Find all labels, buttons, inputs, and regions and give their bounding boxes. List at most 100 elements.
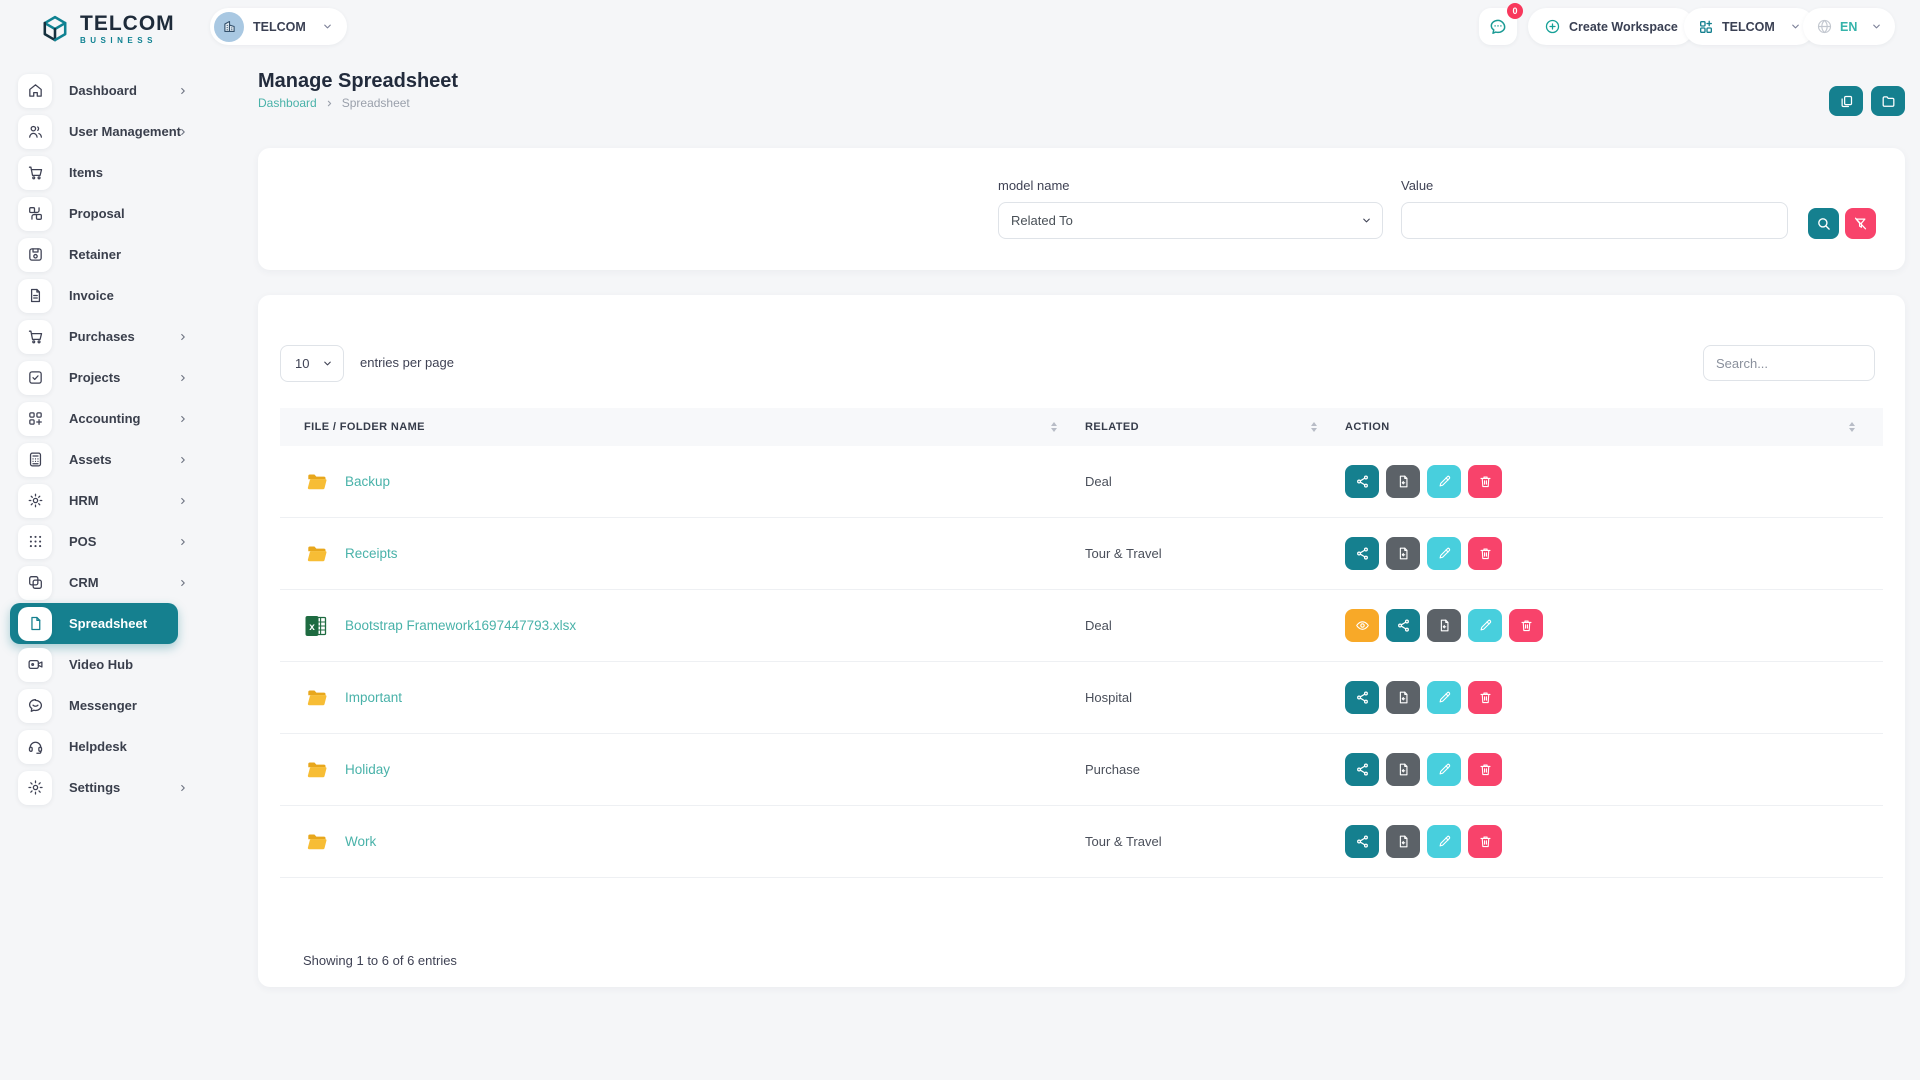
value-field[interactable] [1414, 203, 1775, 238]
move-button[interactable] [1386, 681, 1420, 714]
chevron-right-icon [178, 578, 188, 588]
sidebar-item-crm[interactable]: CRM [0, 562, 210, 603]
move-button[interactable] [1386, 753, 1420, 786]
sidebar-item-projects[interactable]: Projects [0, 357, 210, 398]
copy-icon [1839, 94, 1854, 109]
sidebar-item-user-management[interactable]: User Management [0, 111, 210, 152]
proposal-icon [18, 197, 52, 231]
move-button[interactable] [1386, 537, 1420, 570]
column-header-action[interactable]: ACTION [1345, 421, 1883, 433]
create-workspace-button[interactable]: Create Workspace [1528, 8, 1694, 45]
sidebar-item-hrm[interactable]: HRM [0, 480, 210, 521]
sidebar-item-label: HRM [69, 493, 99, 508]
model-name-label: model name [998, 178, 1383, 193]
edit-button[interactable] [1427, 825, 1461, 858]
entries-per-page-label: entries per page [360, 355, 454, 370]
folder-icon [304, 831, 330, 853]
edit-button[interactable] [1427, 537, 1461, 570]
workspace-menu-label: TELCOM [1722, 20, 1775, 34]
filter-card: model name Related To Value [258, 148, 1905, 270]
sidebar-item-accounting[interactable]: Accounting [0, 398, 210, 439]
brand-logo[interactable]: TELCOM BUSINESS [38, 12, 175, 46]
assets-icon [18, 443, 52, 477]
delete-button[interactable] [1468, 753, 1502, 786]
invoice-icon [18, 279, 52, 313]
sidebar-item-label: Helpdesk [69, 739, 127, 754]
delete-button[interactable] [1509, 609, 1543, 642]
chevron-down-icon [322, 358, 333, 369]
move-button[interactable] [1386, 465, 1420, 498]
sidebar-item-helpdesk[interactable]: Helpdesk [0, 726, 210, 767]
edit-button[interactable] [1427, 681, 1461, 714]
file-folder-link[interactable]: Holiday [345, 762, 390, 777]
sidebar-item-items[interactable]: Items [0, 152, 210, 193]
sidebar-item-invoice[interactable]: Invoice [0, 275, 210, 316]
sort-icon[interactable] [1849, 422, 1855, 432]
sidebar-item-settings[interactable]: Settings [0, 767, 210, 808]
share-button[interactable] [1345, 681, 1379, 714]
sidebar-item-spreadsheet[interactable]: Spreadsheet [10, 603, 178, 644]
table-row: Work Tour & Travel [280, 806, 1883, 878]
breadcrumb-current: Spreadsheet [342, 96, 410, 110]
sidebar-item-messenger[interactable]: Messenger [0, 685, 210, 726]
move-button[interactable] [1427, 609, 1461, 642]
sidebar-item-purchases[interactable]: Purchases [0, 316, 210, 357]
table-search-input[interactable] [1703, 345, 1875, 381]
import-spreadsheet-button[interactable] [1829, 86, 1863, 116]
share-button[interactable] [1386, 609, 1420, 642]
sidebar-item-label: Assets [69, 452, 112, 467]
sidebar-item-retainer[interactable]: Retainer [0, 234, 210, 275]
sidebar-item-label: Dashboard [69, 83, 137, 98]
file-folder-link[interactable]: Work [345, 834, 376, 849]
table-body: BackupDealReceiptsTour & TravelxBootstra… [280, 446, 1883, 878]
sidebar-item-label: Invoice [69, 288, 114, 303]
share-button[interactable] [1345, 465, 1379, 498]
value-label: Value [1401, 178, 1788, 193]
delete-button[interactable] [1468, 825, 1502, 858]
share-button[interactable] [1345, 825, 1379, 858]
add-folder-button[interactable] [1871, 86, 1905, 116]
edit-button[interactable] [1427, 753, 1461, 786]
cell-related: Hospital [1085, 690, 1345, 705]
language-selector[interactable]: EN [1803, 8, 1895, 45]
edit-button[interactable] [1427, 465, 1461, 498]
move-button[interactable] [1386, 825, 1420, 858]
sidebar-item-label: CRM [69, 575, 99, 590]
entries-per-page-select[interactable]: 10 [280, 345, 344, 382]
sidebar-item-dashboard[interactable]: Dashboard [0, 70, 210, 111]
edit-button[interactable] [1468, 609, 1502, 642]
file-folder-link[interactable]: Important [345, 690, 402, 705]
cart-icon [18, 156, 52, 190]
share-button[interactable] [1345, 753, 1379, 786]
file-folder-link[interactable]: Receipts [345, 546, 398, 561]
sidebar-item-assets[interactable]: Assets [0, 439, 210, 480]
column-header-file-folder-name[interactable]: FILE / FOLDER NAME [280, 421, 1085, 433]
sidebar-item-label: User Management [69, 124, 181, 139]
cell-related: Tour & Travel [1085, 546, 1345, 561]
notifications-button[interactable]: 0 [1479, 8, 1517, 45]
share-button[interactable] [1345, 537, 1379, 570]
model-name-select[interactable]: Related To [998, 202, 1383, 239]
workspace-menu[interactable]: TELCOM [1684, 8, 1815, 45]
delete-button[interactable] [1468, 681, 1502, 714]
filter-clear-button[interactable] [1845, 208, 1876, 239]
cell-action [1345, 465, 1883, 498]
view-button[interactable] [1345, 609, 1379, 642]
spreadsheet-table-card: 10 entries per page FILE / FOLDER NAMERE… [258, 295, 1905, 987]
workspace-selector[interactable]: TELCOM [210, 8, 347, 45]
sidebar-item-pos[interactable]: POS [0, 521, 210, 562]
sort-icon[interactable] [1051, 422, 1057, 432]
sidebar-item-video-hub[interactable]: Video Hub [0, 644, 210, 685]
file-folder-link[interactable]: Backup [345, 474, 390, 489]
sidebar-item-proposal[interactable]: Proposal [0, 193, 210, 234]
delete-button[interactable] [1468, 465, 1502, 498]
table-controls: 10 entries per page [280, 345, 1883, 382]
filter-search-button[interactable] [1808, 208, 1839, 239]
delete-button[interactable] [1468, 537, 1502, 570]
sort-icon[interactable] [1311, 422, 1317, 432]
column-header-related[interactable]: RELATED [1085, 421, 1345, 433]
breadcrumb-dashboard-link[interactable]: Dashboard [258, 96, 317, 110]
cell-related: Tour & Travel [1085, 834, 1345, 849]
file-folder-link[interactable]: Bootstrap Framework1697447793.xlsx [345, 618, 576, 633]
clear-filter-icon [1853, 216, 1868, 231]
